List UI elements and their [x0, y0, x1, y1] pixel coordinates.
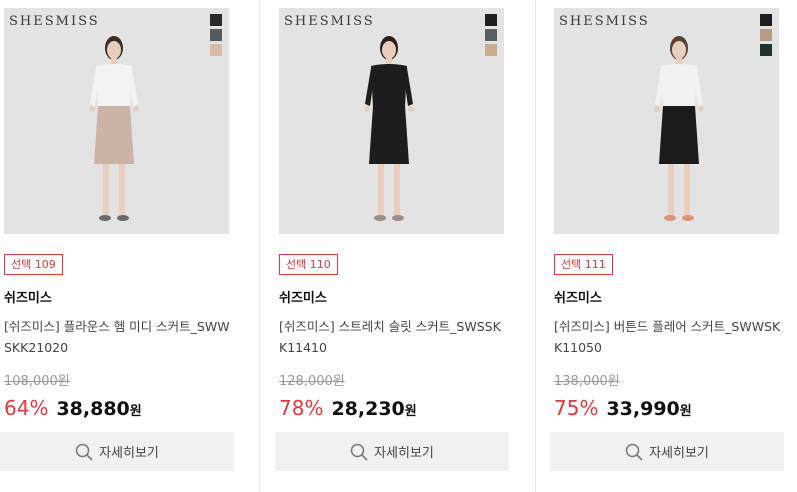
detail-button-label: 자세히보기	[99, 446, 159, 461]
right-leg	[119, 164, 125, 216]
top-garment	[371, 64, 407, 108]
color-swatches	[760, 14, 772, 59]
color-swatch[interactable]	[485, 14, 497, 26]
head	[382, 41, 396, 59]
brand-name: 쉬즈미스	[279, 291, 327, 306]
product-grid: SHESMISS 선택 109 쉬즈미스 [쉬즈미스] 플라운스 헴 미디 스커…	[0, 0, 797, 492]
brand-name: 쉬즈미스	[554, 291, 602, 306]
model-figure	[89, 36, 139, 221]
left-leg	[103, 164, 109, 216]
detail-button-label: 자세히보기	[374, 446, 434, 461]
right-hand	[408, 106, 414, 112]
detail-button[interactable]: 자세히보기	[550, 432, 784, 471]
search-icon	[75, 443, 93, 461]
discount-rate: 75%	[554, 396, 599, 420]
head	[107, 41, 121, 59]
color-swatch[interactable]	[485, 44, 497, 56]
product-card[interactable]: SHESMISS 선택 111 쉬즈미스 [쉬즈미스] 버튼드 플레어 스커트_…	[550, 0, 786, 492]
product-card[interactable]: SHESMISS 선택 110 쉬즈미스 [쉬즈미스] 스트레치 슬릿 스커트_…	[275, 0, 511, 492]
left-shoe	[664, 215, 676, 221]
left-hand	[89, 106, 95, 112]
color-swatches	[485, 14, 497, 59]
left-leg	[668, 164, 674, 216]
sale-price: 28,230	[331, 398, 405, 420]
product-name[interactable]: [쉬즈미스] 버튼드 플레어 스커트_SWWSKK11050	[554, 316, 782, 358]
discount-rate: 78%	[279, 396, 324, 420]
brand-logo: SHESMISS	[559, 14, 650, 29]
skirt	[659, 106, 699, 164]
right-shoe	[392, 215, 404, 221]
model-figure	[364, 36, 414, 221]
color-swatch[interactable]	[760, 29, 772, 41]
skirt	[369, 106, 409, 164]
original-price-value: 108,000	[4, 374, 58, 389]
model-figure	[654, 36, 704, 221]
color-swatch[interactable]	[760, 44, 772, 56]
neck	[676, 58, 682, 65]
price-line: 75% 33,990원	[554, 396, 692, 420]
original-price-unit: 원	[57, 374, 70, 389]
original-price-unit: 원	[332, 374, 345, 389]
right-leg	[684, 164, 690, 216]
search-icon	[625, 443, 643, 461]
column-divider	[259, 0, 260, 492]
price-unit: 원	[679, 404, 692, 419]
neck	[386, 58, 392, 65]
neck	[111, 58, 117, 65]
product-name[interactable]: [쉬즈미스] 스트레치 슬릿 스커트_SWSSKK11410	[279, 316, 507, 358]
price-line: 78% 28,230원	[279, 396, 417, 420]
product-image[interactable]: SHESMISS	[4, 8, 229, 234]
product-name[interactable]: [쉬즈미스] 플라운스 헴 미디 스커트_SWWSKK21020	[4, 316, 232, 358]
brand-name: 쉬즈미스	[4, 291, 52, 306]
skirt	[94, 106, 134, 164]
brand-logo: SHESMISS	[9, 14, 100, 29]
column-divider	[535, 0, 536, 492]
head	[672, 41, 686, 59]
left-shoe	[99, 215, 111, 221]
color-swatch[interactable]	[760, 14, 772, 26]
price-unit: 원	[404, 404, 417, 419]
color-swatch[interactable]	[210, 14, 222, 26]
top-garment	[96, 64, 132, 108]
brand-logo: SHESMISS	[284, 14, 375, 29]
right-hand	[698, 106, 704, 112]
original-price: 108,000원	[4, 370, 70, 389]
left-shoe	[374, 215, 386, 221]
original-price-unit: 원	[607, 374, 620, 389]
detail-button[interactable]: 자세히보기	[0, 432, 234, 471]
select-count-badge: 선택 110	[279, 254, 338, 275]
sale-price: 38,880	[56, 398, 130, 420]
top-garment	[661, 64, 697, 108]
right-shoe	[117, 215, 129, 221]
product-image[interactable]: SHESMISS	[279, 8, 504, 234]
price-unit: 원	[129, 404, 142, 419]
sale-price: 33,990	[606, 398, 680, 420]
left-hand	[654, 106, 660, 112]
detail-button-label: 자세히보기	[649, 446, 709, 461]
left-hand	[364, 106, 370, 112]
search-icon	[350, 443, 368, 461]
right-shoe	[682, 215, 694, 221]
color-swatch[interactable]	[210, 29, 222, 41]
product-image[interactable]: SHESMISS	[554, 8, 779, 234]
discount-rate: 64%	[4, 396, 49, 420]
select-count-badge: 선택 109	[4, 254, 63, 275]
original-price-value: 138,000	[554, 374, 608, 389]
select-count-badge: 선택 111	[554, 254, 613, 275]
color-swatch[interactable]	[210, 44, 222, 56]
left-leg	[378, 164, 384, 216]
original-price: 128,000원	[279, 370, 345, 389]
right-hand	[133, 106, 139, 112]
color-swatch[interactable]	[485, 29, 497, 41]
original-price-value: 128,000	[279, 374, 333, 389]
original-price: 138,000원	[554, 370, 620, 389]
price-line: 64% 38,880원	[4, 396, 142, 420]
detail-button[interactable]: 자세히보기	[275, 432, 509, 471]
product-card[interactable]: SHESMISS 선택 109 쉬즈미스 [쉬즈미스] 플라운스 헴 미디 스커…	[0, 0, 236, 492]
color-swatches	[210, 14, 222, 59]
right-leg	[394, 164, 400, 216]
